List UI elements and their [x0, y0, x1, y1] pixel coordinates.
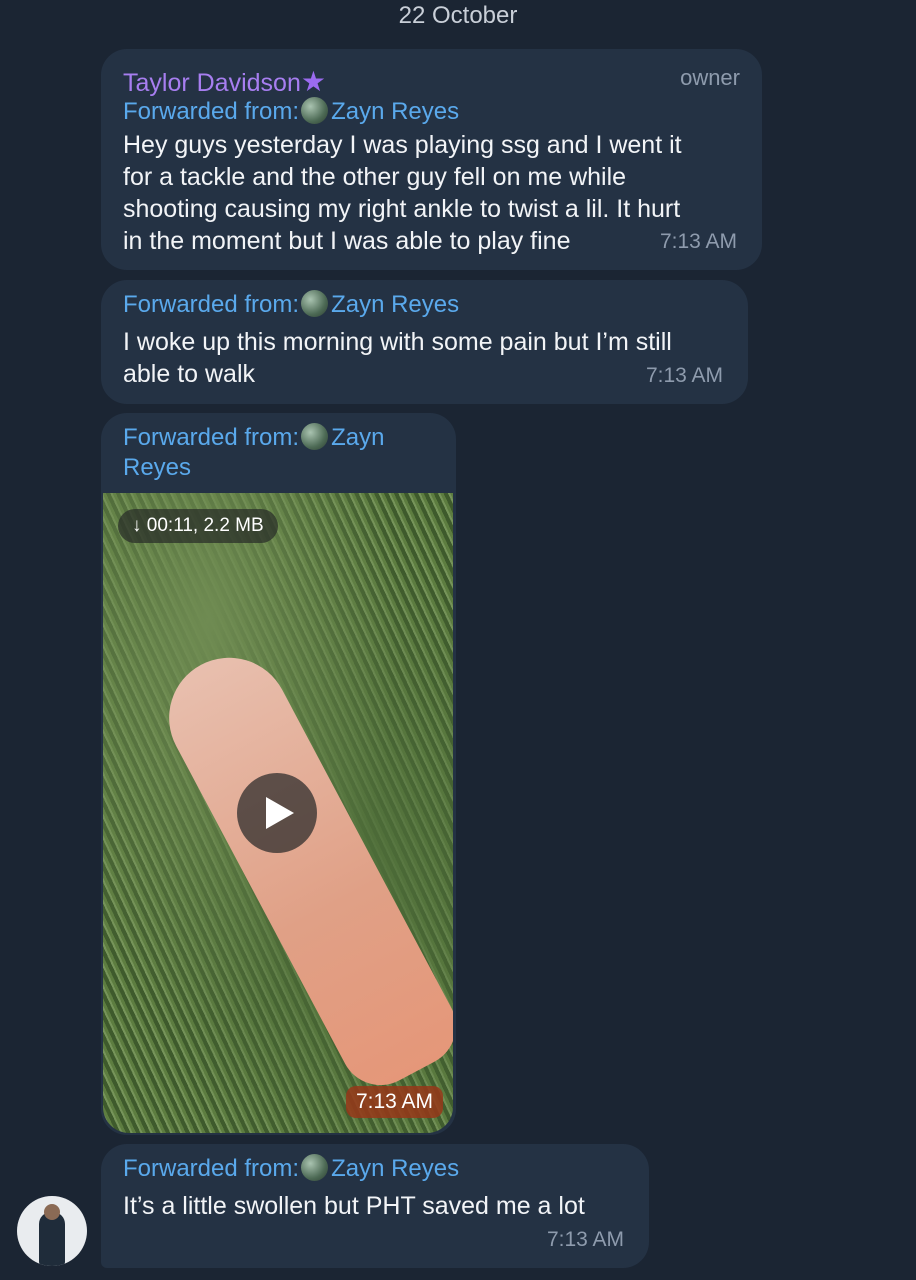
forwarded-name[interactable]: Reyes	[123, 454, 191, 481]
message-time: 7:13 AM	[659, 230, 737, 253]
message-line: Hey guys yesterday I was playing ssg and…	[123, 131, 682, 159]
forwarded-name[interactable]: Zayn	[331, 424, 384, 451]
download-arrow-icon: ↓	[132, 515, 142, 536]
sender-avatar[interactable]	[17, 1196, 87, 1266]
message-bubble[interactable]: Forwarded from: Zayn Reyes I woke up this…	[101, 280, 748, 404]
message-line: shooting causing my right ankle to twist…	[123, 195, 681, 223]
forwarded-header[interactable]: Forwarded from: Zayn Reyes	[123, 290, 459, 320]
date-separator: 22 October	[398, 2, 518, 29]
forwarded-header[interactable]: Forwarded from: Zayn Reyes	[123, 423, 384, 483]
forwarded-avatar	[301, 1154, 329, 1181]
star-icon: ★	[300, 66, 326, 97]
message-bubble[interactable]: Taylor Davidson★ owner Forwarded from: Za…	[101, 49, 762, 270]
message-line: in the moment but I was able to play fin…	[123, 227, 571, 255]
message-time: 7:13 AM	[645, 364, 723, 387]
message-bubble[interactable]: Forwarded from: Zayn Reyes It’s a little …	[101, 1144, 649, 1268]
message-line: I woke up this morning with some pain bu…	[123, 328, 672, 356]
forwarded-name[interactable]: Zayn Reyes	[331, 291, 459, 318]
play-button[interactable]	[237, 773, 317, 853]
avatar-head	[44, 1204, 60, 1220]
role-badge: owner	[680, 65, 740, 90]
forwarded-header[interactable]: Forwarded from: Zayn Reyes	[123, 97, 459, 127]
forwarded-label: Forwarded from:	[123, 1155, 300, 1182]
message-line: for a tackle and the other guy fell on m…	[123, 163, 627, 191]
avatar-person	[39, 1212, 65, 1266]
message-line: It’s a little swollen but PHT saved me a…	[123, 1192, 585, 1220]
forwarded-label: Forwarded from:	[123, 98, 300, 125]
forwarded-name[interactable]: Zayn Reyes	[331, 98, 459, 125]
video-thumbnail[interactable]: ↓ 00:11, 2.2 MB 7:13 AM	[103, 493, 453, 1133]
download-chip[interactable]: ↓ 00:11, 2.2 MB	[118, 509, 278, 543]
sender-name[interactable]: Taylor Davidson	[123, 69, 301, 97]
video-time: 7:13 AM	[345, 1086, 443, 1118]
message-time: 7:13 AM	[546, 1228, 624, 1251]
video-frame-foot	[148, 636, 453, 1100]
forwarded-avatar	[301, 97, 329, 124]
forwarded-label: Forwarded from:	[123, 424, 300, 451]
forwarded-avatar	[301, 423, 329, 450]
forwarded-header[interactable]: Forwarded from: Zayn Reyes	[123, 1154, 459, 1184]
play-icon	[266, 797, 294, 829]
forwarded-label: Forwarded from:	[123, 291, 300, 318]
download-info: 00:11, 2.2 MB	[146, 515, 264, 536]
forwarded-name[interactable]: Zayn Reyes	[331, 1155, 459, 1182]
forwarded-avatar	[301, 290, 329, 317]
